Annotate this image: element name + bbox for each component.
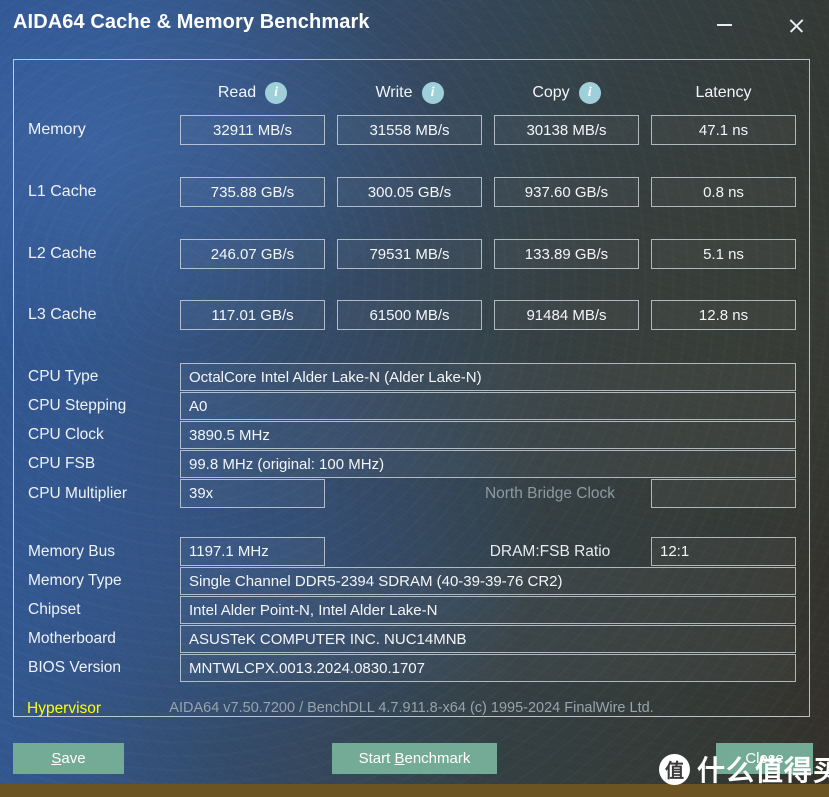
start-pre: Start [358, 750, 395, 767]
save-post: ave [61, 750, 86, 767]
column-header-copy-label: Copy [532, 84, 570, 101]
memory-copy-value: 30138 MB/s [494, 115, 639, 145]
l2-read-value: 246.07 GB/s [180, 239, 325, 269]
row-label-memory: Memory [28, 121, 86, 138]
l1-read-value: 735.88 GB/s [180, 177, 325, 207]
l1-latency-value: 0.8 ns [651, 177, 796, 207]
label-cpu-stepping: CPU Stepping [28, 397, 127, 414]
value-north-bridge-clock [651, 479, 796, 508]
l3-write-value: 61500 MB/s [337, 300, 482, 330]
minimize-button[interactable] [703, 6, 745, 44]
row-label-l1-cache: L1 Cache [28, 183, 97, 200]
label-cpu-fsb: CPU FSB [28, 455, 96, 472]
start-benchmark-button[interactable]: Start Benchmark [332, 743, 497, 774]
column-header-read: Read i [180, 80, 325, 106]
label-bios-version: BIOS Version [28, 659, 122, 676]
label-cpu-type: CPU Type [28, 368, 99, 385]
value-cpu-stepping: A0 [180, 392, 796, 420]
value-memory-type: Single Channel DDR5-2394 SDRAM (40-39-39… [180, 567, 796, 595]
bottom-strip [0, 784, 829, 797]
value-memory-bus: 1197.1 MHz [180, 537, 325, 566]
start-post: enchmark [404, 750, 471, 767]
title-bar: AIDA64 Cache & Memory Benchmark [0, 0, 829, 52]
column-header-write: Write i [337, 80, 482, 106]
minimize-icon [716, 24, 732, 26]
close-icon [788, 17, 805, 34]
window-title: AIDA64 Cache & Memory Benchmark [13, 11, 370, 33]
save-accel: S [51, 750, 62, 767]
info-icon-copy[interactable]: i [578, 82, 601, 104]
l1-copy-value: 937.60 GB/s [494, 177, 639, 207]
version-info-text: AIDA64 v7.50.7200 / BenchDLL 4.7.911.8-x… [169, 700, 654, 716]
value-cpu-clock: 3890.5 MHz [180, 421, 796, 449]
l2-copy-value: 133.89 GB/s [494, 239, 639, 269]
l3-read-value: 117.01 GB/s [180, 300, 325, 330]
start-accel: B [394, 750, 405, 767]
label-cpu-clock: CPU Clock [28, 426, 104, 443]
start-benchmark-label: Start Benchmark [359, 750, 471, 767]
aida64-benchmark-window: AIDA64 Cache & Memory Benchmark Read i W… [0, 0, 829, 797]
value-dram-fsb-ratio: 12:1 [651, 537, 796, 566]
close-button[interactable]: Close [716, 743, 813, 774]
l2-write-value: 79531 MB/s [337, 239, 482, 269]
info-icon-read[interactable]: i [265, 82, 288, 104]
save-button-label: Save [51, 750, 85, 767]
label-memory-bus: Memory Bus [28, 543, 115, 560]
info-icon-write[interactable]: i [421, 82, 444, 104]
column-header-latency: Latency [651, 80, 796, 106]
column-header-copy: Copy i [494, 80, 639, 106]
label-memory-type: Memory Type [28, 572, 122, 589]
label-chipset: Chipset [28, 601, 81, 618]
close-button-label: Close [745, 750, 784, 767]
column-header-write-label: Write [375, 84, 413, 101]
l1-write-value: 300.05 GB/s [337, 177, 482, 207]
row-label-l2-cache: L2 Cache [28, 245, 97, 262]
close-window-button[interactable] [775, 6, 817, 44]
memory-write-value: 31558 MB/s [337, 115, 482, 145]
label-motherboard: Motherboard [28, 630, 116, 647]
column-header-latency-label: Latency [695, 84, 752, 101]
value-cpu-type: OctalCore Intel Alder Lake-N (Alder Lake… [180, 363, 796, 391]
memory-latency-value: 47.1 ns [651, 115, 796, 145]
save-button[interactable]: Save [13, 743, 124, 774]
smzdm-logo-icon: 值 [659, 753, 690, 785]
l3-copy-value: 91484 MB/s [494, 300, 639, 330]
value-bios-version: MNTWLCPX.0013.2024.0830.1707 [180, 654, 796, 682]
memory-read-value: 32911 MB/s [180, 115, 325, 145]
value-cpu-fsb: 99.8 MHz (original: 100 MHz) [180, 450, 796, 478]
l2-latency-value: 5.1 ns [651, 239, 796, 269]
value-cpu-multiplier: 39x [180, 479, 325, 508]
l3-latency-value: 12.8 ns [651, 300, 796, 330]
value-chipset: Intel Alder Point-N, Intel Alder Lake-N [180, 596, 796, 624]
value-motherboard: ASUSTeK COMPUTER INC. NUC14MNB [180, 625, 796, 653]
row-label-l3-cache: L3 Cache [28, 306, 97, 323]
label-cpu-multiplier: CPU Multiplier [28, 485, 128, 502]
column-header-read-label: Read [217, 84, 257, 101]
